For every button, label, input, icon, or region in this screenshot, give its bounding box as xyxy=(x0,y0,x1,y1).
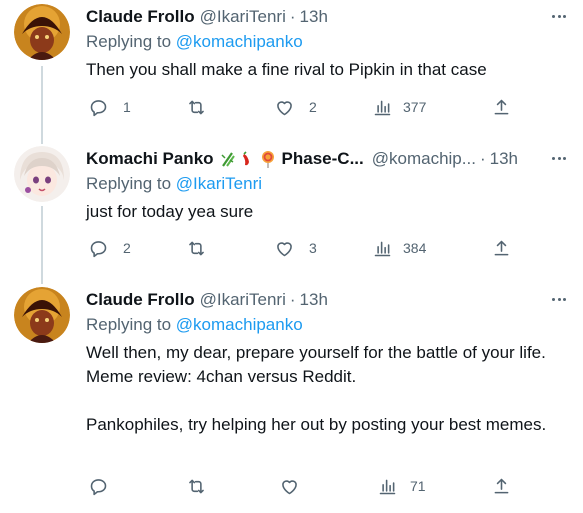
replying-prefix: Replying to xyxy=(86,32,176,51)
views-icon xyxy=(379,479,396,494)
replying-handle-link[interactable]: @komachipanko xyxy=(176,315,303,334)
tweet-header: Komachi Panko Phase-C... @komachip... · … xyxy=(86,148,543,170)
author-handle[interactable]: @IkariTenri xyxy=(200,7,286,27)
more-icon[interactable] xyxy=(549,291,569,307)
views-icon xyxy=(374,241,391,256)
avatar[interactable] xyxy=(14,287,70,343)
like-count: 3 xyxy=(309,240,317,256)
share-icon xyxy=(494,240,509,255)
replying-prefix: Replying to xyxy=(86,315,176,334)
retweet-button[interactable] xyxy=(186,474,207,498)
replying-prefix: Replying to xyxy=(86,174,176,193)
like-button[interactable]: 3 xyxy=(274,236,317,260)
action-bar: 1 2 377 xyxy=(86,95,516,119)
reply-button[interactable]: 2 xyxy=(88,236,131,260)
replying-handle-link[interactable]: @komachipanko xyxy=(176,32,303,51)
retweet-button[interactable] xyxy=(186,95,207,119)
separator-dot: · xyxy=(289,290,296,309)
views-button[interactable]: 384 xyxy=(372,236,426,260)
views-count: 384 xyxy=(403,240,427,256)
tweet[interactable]: Komachi Panko Phase-C... @komachip... · … xyxy=(0,142,583,282)
like-button[interactable] xyxy=(279,474,314,498)
tweet-paragraph: Then you shall make a fine rival to Pipk… xyxy=(86,60,487,79)
timestamp[interactable]: 13h xyxy=(490,149,518,169)
avatar[interactable] xyxy=(14,4,70,60)
retweet-icon xyxy=(189,479,204,493)
like-icon xyxy=(277,100,292,115)
tweet[interactable]: Claude Frollo @IkariTenri · 13h Replying… xyxy=(0,283,583,513)
share-icon xyxy=(494,478,509,493)
like-icon xyxy=(277,241,292,256)
lollipop-emoji-icon xyxy=(259,150,277,168)
share-icon xyxy=(494,99,509,114)
retweet-button[interactable] xyxy=(186,236,207,260)
retweet-icon xyxy=(189,241,204,255)
author-name[interactable]: Claude Frollo xyxy=(86,290,195,310)
timestamp[interactable]: 13h xyxy=(300,290,328,310)
views-count: 377 xyxy=(403,99,427,115)
tweet[interactable]: Claude Frollo @IkariTenri · 13h Replying… xyxy=(0,0,583,140)
tweet-text: Well then, my dear, prepare yourself for… xyxy=(86,341,555,437)
reply-count: 1 xyxy=(123,99,131,115)
tweet-paragraph: Well then, my dear, prepare yourself for… xyxy=(86,343,546,386)
retweet-icon xyxy=(189,100,204,114)
action-bar: 71 xyxy=(86,474,516,498)
share-button[interactable] xyxy=(491,236,512,260)
views-count: 71 xyxy=(410,478,426,494)
like-button[interactable]: 2 xyxy=(274,95,317,119)
more-icon[interactable] xyxy=(549,150,569,166)
reply-icon xyxy=(90,478,107,495)
share-button[interactable] xyxy=(491,474,512,498)
views-button[interactable]: 377 xyxy=(372,95,426,119)
separator-dot: · xyxy=(479,149,486,168)
tweet-paragraph: just for today yea sure xyxy=(86,202,254,221)
timestamp[interactable]: 13h xyxy=(300,7,328,27)
like-count: 2 xyxy=(309,99,317,115)
tweet-text: just for today yea sure xyxy=(86,200,563,224)
separator-dot: · xyxy=(289,7,296,26)
avatar[interactable] xyxy=(14,146,70,202)
tweet-paragraph: Pankophiles, try helping her out by post… xyxy=(86,415,547,434)
tweet-header: Claude Frollo @IkariTenri · 13h xyxy=(86,289,543,311)
replying-to: Replying to @IkariTenri xyxy=(86,174,262,194)
author-name-suffix[interactable]: Phase-C... xyxy=(282,149,364,169)
replying-handle-link[interactable]: @IkariTenri xyxy=(176,174,262,193)
views-button[interactable]: 71 xyxy=(377,474,426,498)
reply-count: 2 xyxy=(123,240,131,256)
author-name[interactable]: Komachi Panko xyxy=(86,149,214,169)
reply-icon xyxy=(90,240,107,257)
bamboo-emoji-icon xyxy=(219,150,237,168)
author-name[interactable]: Claude Frollo xyxy=(86,7,195,27)
author-handle[interactable]: @komachip... xyxy=(372,149,476,169)
reply-icon xyxy=(90,99,107,116)
replying-to: Replying to @komachipanko xyxy=(86,315,303,335)
tweet-header: Claude Frollo @IkariTenri · 13h xyxy=(86,6,543,28)
views-icon xyxy=(374,100,391,115)
action-bar: 2 3 384 xyxy=(86,236,516,260)
more-icon[interactable] xyxy=(549,8,569,24)
replying-to: Replying to @komachipanko xyxy=(86,32,303,52)
pepper-emoji-icon xyxy=(239,150,257,168)
reply-button[interactable]: 1 xyxy=(88,95,131,119)
reply-button[interactable] xyxy=(88,474,123,498)
like-icon xyxy=(282,479,297,494)
share-button[interactable] xyxy=(491,95,512,119)
author-handle[interactable]: @IkariTenri xyxy=(200,290,286,310)
tweet-text: Then you shall make a fine rival to Pipk… xyxy=(86,58,563,82)
